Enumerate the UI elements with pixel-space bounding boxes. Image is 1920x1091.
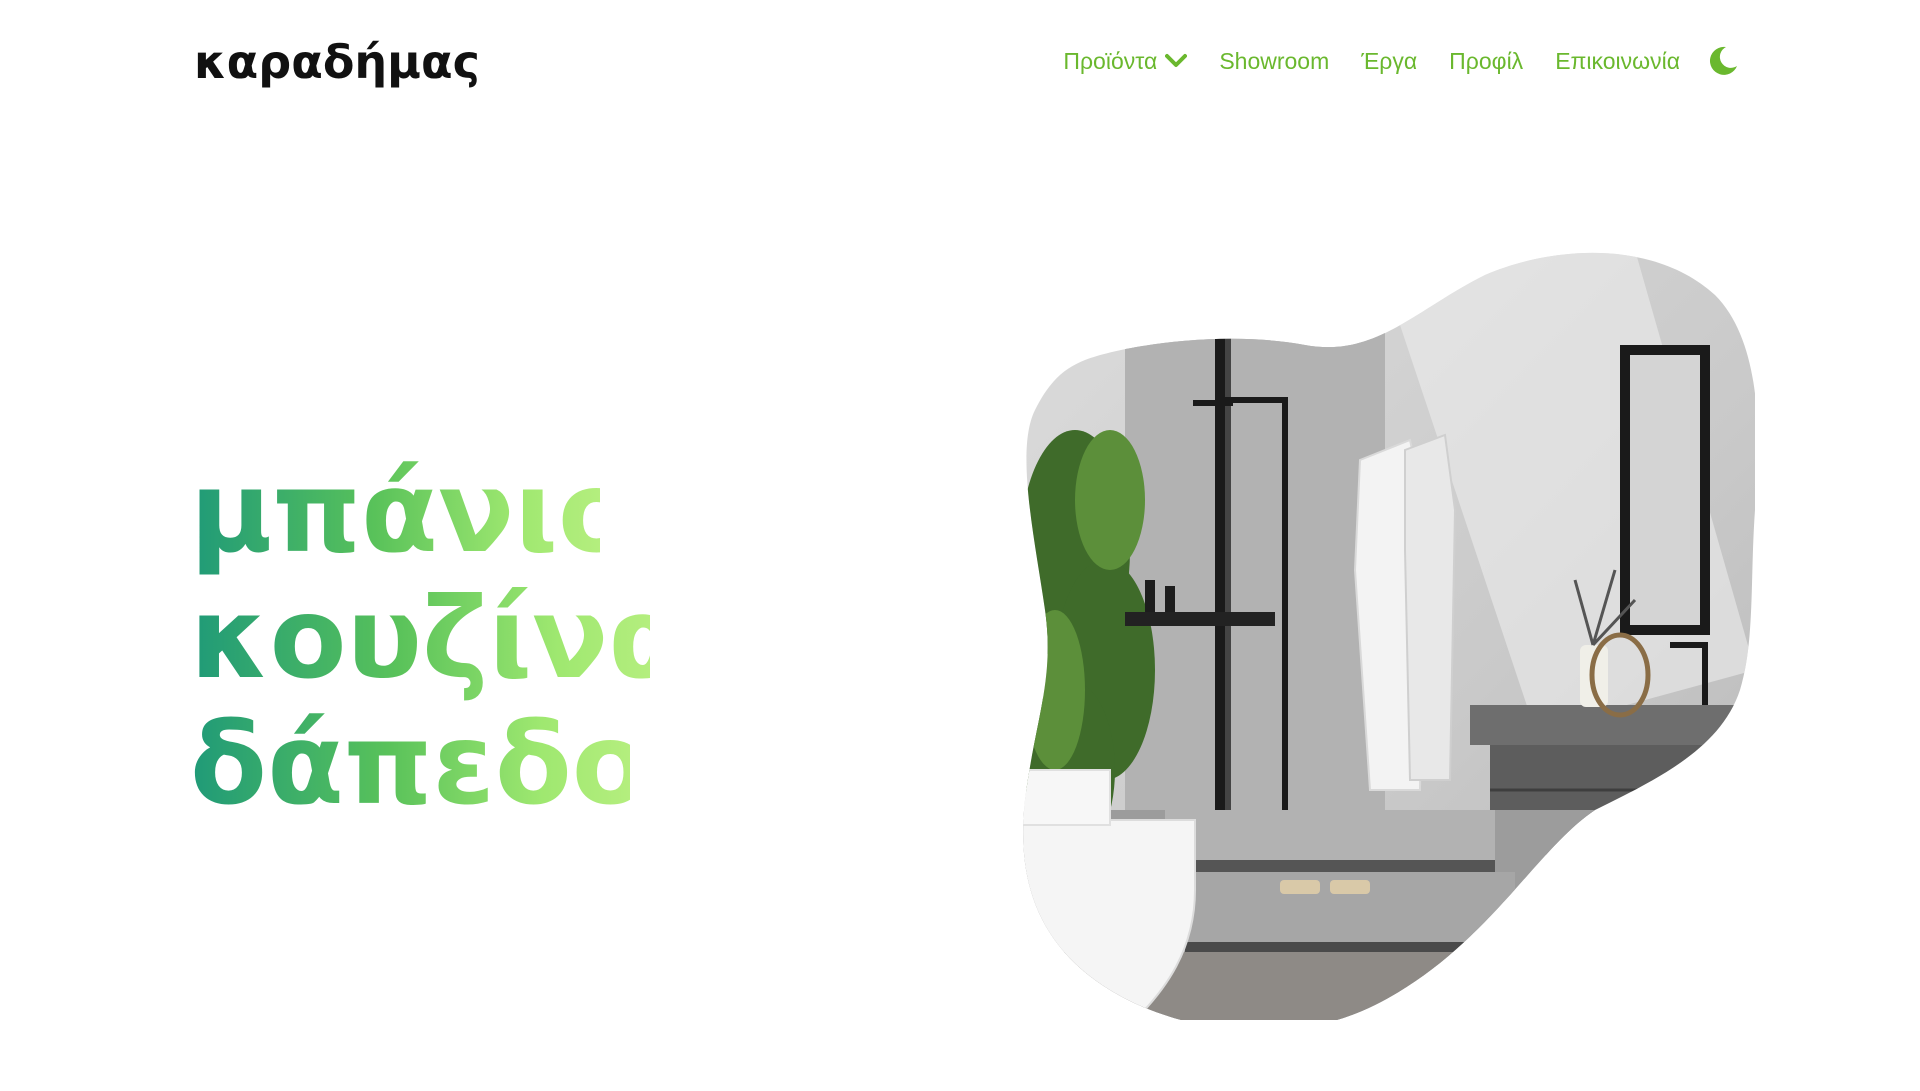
nav-item-label: Προφίλ	[1449, 48, 1524, 74]
hero-line-bathroom: μπάνιο	[190, 448, 635, 578]
nav-item-products[interactable]: Προϊόντα	[1063, 44, 1188, 78]
nav-item-label: Επικοινωνία	[1555, 48, 1680, 74]
brand-logo[interactable]: καραδήμας	[194, 34, 480, 90]
nav-item-showroom[interactable]: Showroom	[1219, 44, 1329, 78]
chevron-down-icon	[1165, 54, 1188, 67]
nav-item-profile[interactable]: Προφίλ	[1449, 44, 1523, 78]
main-nav: Προϊόντα Showroom Έργα Προφίλ Επικοινωνί…	[1063, 44, 1740, 78]
page: καραδήμας Προϊόντα Showroom Έργα Προφίλ …	[0, 0, 1920, 1091]
nav-item-label: Showroom	[1219, 48, 1330, 74]
hero-headline: μπάνιο κουζίνα δάπεδο	[190, 448, 686, 830]
nav-item-projects[interactable]: Έργα	[1361, 44, 1417, 78]
hero-line-kitchen: κουζίνα	[190, 574, 686, 704]
hero-bathroom-image	[1023, 252, 1755, 1020]
hero-line-floor: δάπεδο	[190, 700, 649, 830]
nav-item-contact[interactable]: Επικοινωνία	[1555, 44, 1680, 78]
nav-item-label: Προϊόντα	[1063, 48, 1158, 74]
nav-item-label: Έργα	[1361, 48, 1418, 74]
moon-icon[interactable]	[1706, 44, 1740, 78]
